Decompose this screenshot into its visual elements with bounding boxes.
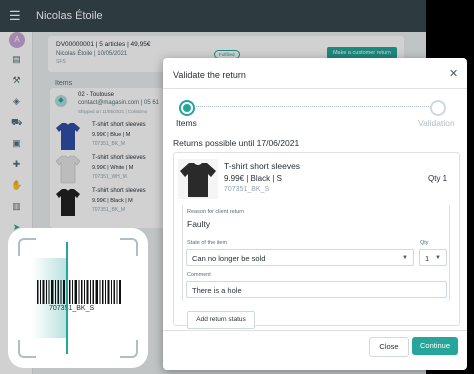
barcode-icon <box>37 280 121 304</box>
product-sku: 707351_BK_S <box>224 186 270 193</box>
return-product-card: T-shirt short sleeves 9.99€ | Black | S … <box>173 152 460 329</box>
reason-label: Reason for client return <box>187 209 245 215</box>
divider <box>163 330 467 331</box>
comment-label: Comment <box>187 272 211 278</box>
qty-value: 1 <box>425 254 430 263</box>
continue-button[interactable]: Continue <box>412 337 458 355</box>
barcode-scanner-overlay: 707351_BK_S <box>8 228 148 368</box>
comment-value: There is a hole <box>192 286 242 295</box>
stepper-line <box>196 106 429 107</box>
state-select[interactable]: Can no longer be sold ▼ <box>186 249 414 266</box>
scan-frame-corner <box>120 238 138 256</box>
scan-frame-corner <box>120 340 138 358</box>
reason-value[interactable]: Faulty <box>187 219 210 229</box>
step-validation-indicator <box>430 100 446 116</box>
dialog-title: Validate the return <box>173 70 246 80</box>
qty-select[interactable]: 1 ▼ <box>419 249 447 266</box>
chevron-down-icon: ▼ <box>435 255 441 261</box>
step-validation-label: Validation <box>418 118 455 128</box>
product-name: T-shirt short sleeves <box>224 161 301 171</box>
validate-return-dialog: Validate the return ✕ Items Validation R… <box>163 58 467 370</box>
state-label: State of the item <box>187 240 228 246</box>
product-price: 9.99€ | Black | S <box>224 174 282 183</box>
chevron-down-icon: ▼ <box>402 255 408 261</box>
return-form: Reason for client return Faulty State of… <box>182 205 450 301</box>
step-items-label: Items <box>176 118 197 128</box>
scan-frame-corner <box>18 238 36 256</box>
close-button[interactable]: Close <box>369 337 409 357</box>
product-qty: Qty 1 <box>428 174 448 183</box>
qty-label: Qty <box>420 240 429 246</box>
step-items-indicator <box>179 100 195 116</box>
product-image <box>178 159 218 199</box>
barcode-text: 707351_BK_S <box>49 305 95 312</box>
scan-line <box>66 242 68 354</box>
close-icon[interactable]: ✕ <box>449 67 458 80</box>
returns-deadline: Returns possible until 17/06/2021 <box>173 138 300 148</box>
scan-frame-corner <box>18 340 36 358</box>
tshirt-icon <box>180 163 216 197</box>
divider <box>163 88 467 89</box>
add-return-status-button[interactable]: Add return status <box>187 311 255 329</box>
state-value: Can no longer be sold <box>192 254 266 263</box>
comment-field[interactable]: There is a hole <box>186 281 447 298</box>
